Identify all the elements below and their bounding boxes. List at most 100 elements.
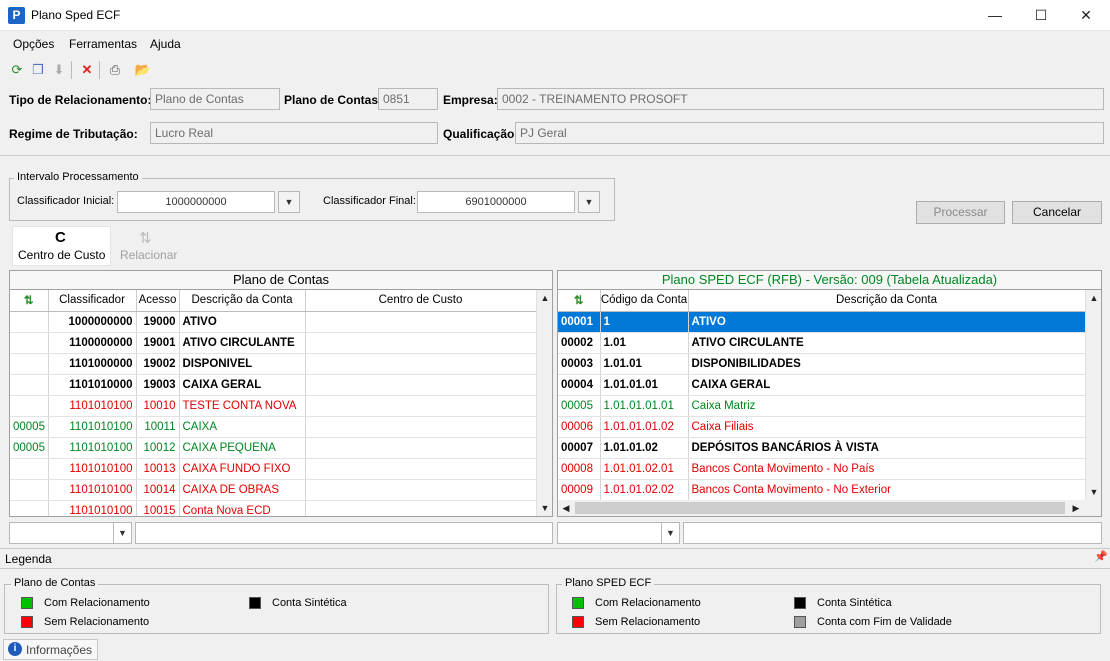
- processar-button[interactable]: Processar: [916, 201, 1005, 224]
- cell-descricao: ATIVO CIRCULANTE: [179, 332, 306, 354]
- table-row[interactable]: 1100000000 19001 ATIVO CIRCULANTE: [10, 332, 536, 354]
- left-filter-input[interactable]: [135, 522, 553, 544]
- minimize-button[interactable]: —: [972, 0, 1018, 31]
- relacionar-button[interactable]: Relacionar: [120, 248, 177, 262]
- table-row[interactable]: 00005 1101010100 10011 CAIXA: [10, 416, 536, 438]
- legend-sem-rel: Sem Relacionamento: [595, 616, 701, 628]
- table-row[interactable]: 00003 1.01.01 DISPONIBILIDADES: [558, 353, 1085, 375]
- scroll-right-icon[interactable]: ▶: [1068, 500, 1084, 516]
- qualificacao-field[interactable]: PJ Geral: [515, 122, 1104, 144]
- scroll-up-icon[interactable]: ▲: [1086, 290, 1102, 306]
- pin-icon[interactable]: 📌: [1094, 550, 1108, 563]
- table-row[interactable]: 00008 1.01.01.02.01 Bancos Conta Movimento…: [558, 458, 1085, 480]
- cell-id: 00003: [558, 353, 601, 375]
- table-row[interactable]: 1000000000 19000 ATIVO: [10, 311, 536, 333]
- menu-ajuda[interactable]: Ajuda: [150, 37, 181, 51]
- cell-descricao: Bancos Conta Movimento - No País: [688, 458, 1085, 480]
- column-header[interactable]: Centro de Custo: [305, 290, 536, 312]
- download-icon[interactable]: ⬇: [50, 61, 68, 79]
- legend-sintetica: Conta Sintética: [817, 597, 892, 609]
- chevron-down-icon[interactable]: ▼: [661, 522, 680, 544]
- chevron-down-icon[interactable]: ▼: [113, 522, 132, 544]
- table-row[interactable]: 00007 1.01.01.02 DEPÓSITOS BANCÁRIOS À VIS…: [558, 437, 1085, 459]
- final-label: Classificador Final:: [323, 195, 416, 207]
- cell-centro: [305, 353, 536, 375]
- table-row[interactable]: 00006 1.01.01.01.02 Caixa Filiais: [558, 416, 1085, 438]
- menu-ferramentas[interactable]: Ferramentas: [69, 37, 137, 51]
- cell-code: [10, 311, 49, 333]
- table-row[interactable]: 1101010100 10013 CAIXA FUNDO FIXO: [10, 458, 536, 480]
- table-row[interactable]: 00009 1.01.01.02.02 Bancos Conta Movimento…: [558, 479, 1085, 500]
- cell-id: 00005: [558, 395, 601, 417]
- table-row[interactable]: 00001 1 ATIVO: [558, 311, 1085, 333]
- cell-descricao: ATIVO CIRCULANTE: [688, 332, 1085, 354]
- cell-descricao: CAIXA GERAL: [688, 374, 1085, 396]
- cancelar-button[interactable]: Cancelar: [1012, 201, 1102, 224]
- horizontal-scrollbar[interactable]: ◀ ▶: [558, 500, 1101, 516]
- empresa-label: Empresa:: [443, 93, 498, 107]
- cell-centro: [305, 437, 536, 459]
- tipo-field[interactable]: Plano de Contas: [150, 88, 280, 110]
- scroll-thumb[interactable]: [575, 502, 1065, 514]
- cell-acesso: 19001: [136, 332, 180, 354]
- maximize-button[interactable]: ☐: [1018, 0, 1064, 31]
- cell-codigo: 1.01.01.02: [600, 437, 689, 459]
- close-button[interactable]: ✕: [1063, 0, 1109, 31]
- cell-acesso: 10012: [136, 437, 180, 459]
- toolbar-separator: [71, 61, 72, 79]
- column-header[interactable]: Descrição da Conta: [179, 290, 306, 312]
- table-row[interactable]: 1101010100 10010 TESTE CONTA NOVA: [10, 395, 536, 417]
- chevron-down-icon[interactable]: ▼: [578, 191, 600, 213]
- plano-contas-table: ⇅ Classificador Acesso Descrição da Cont…: [10, 290, 536, 516]
- cell-id: 00001: [558, 311, 601, 333]
- vertical-scrollbar[interactable]: ▲ ▼: [536, 290, 552, 516]
- open-folder-icon[interactable]: 📂: [134, 61, 152, 79]
- menu-opcoes[interactable]: Opções: [13, 37, 54, 51]
- title-bar: [0, 0, 1110, 31]
- relation-column-icon[interactable]: ⇅: [558, 290, 601, 312]
- relation-column-icon[interactable]: ⇅: [10, 290, 49, 312]
- column-header[interactable]: Acesso: [136, 290, 180, 312]
- regime-label: Regime de Tributação:: [9, 127, 138, 141]
- cell-id: 00006: [558, 416, 601, 438]
- classificador-inicial-input[interactable]: 1000000000: [117, 191, 275, 213]
- table-row[interactable]: 1101010100 10014 CAIXA DE OBRAS: [10, 479, 536, 501]
- cell-classificador: 1100000000: [48, 332, 137, 354]
- legenda-header[interactable]: [0, 548, 1110, 569]
- scroll-down-icon[interactable]: ▼: [1086, 484, 1102, 500]
- right-filter-input[interactable]: [683, 522, 1102, 544]
- scroll-down-icon[interactable]: ▼: [537, 500, 553, 516]
- copy-icon[interactable]: ❐: [29, 61, 47, 79]
- legend-com-rel: Com Relacionamento: [595, 597, 701, 609]
- cell-code: 00005: [10, 437, 49, 459]
- cell-classificador: 1101010100: [48, 458, 137, 480]
- legend-fim-validade: Conta com Fim de Validade: [817, 616, 952, 628]
- table-row[interactable]: 1101010000 19003 CAIXA GERAL: [10, 374, 536, 396]
- chevron-down-icon[interactable]: ▼: [278, 191, 300, 213]
- print-icon[interactable]: ⎙: [106, 61, 124, 79]
- table-row[interactable]: 1101010100 10015 Conta Nova ECD: [10, 500, 536, 516]
- table-row[interactable]: 00002 1.01 ATIVO CIRCULANTE: [558, 332, 1085, 354]
- scroll-up-icon[interactable]: ▲: [537, 290, 553, 306]
- table-row[interactable]: 1101000000 19002 DISPONIVEL: [10, 353, 536, 375]
- column-header[interactable]: Classificador: [48, 290, 137, 312]
- table-row[interactable]: 00005 1.01.01.01.01 Caixa Matriz: [558, 395, 1085, 417]
- delete-icon[interactable]: ✕: [78, 61, 96, 79]
- regime-field[interactable]: Lucro Real: [150, 122, 438, 144]
- table-row[interactable]: 00005 1101010100 10012 CAIXA PEQUENA: [10, 437, 536, 459]
- cell-descricao: DISPONIVEL: [179, 353, 306, 375]
- scroll-left-icon[interactable]: ◀: [558, 500, 574, 516]
- vertical-scrollbar[interactable]: ▲ ▼: [1085, 290, 1101, 500]
- empresa-field[interactable]: 0002 - TREINAMENTO PROSOFT: [497, 88, 1104, 110]
- cell-descricao: CAIXA GERAL: [179, 374, 306, 396]
- gray-swatch: [794, 616, 806, 628]
- plano-field[interactable]: 0851: [378, 88, 438, 110]
- column-header[interactable]: Código da Conta: [600, 290, 689, 312]
- qualificacao-label: Qualificação:: [443, 127, 519, 141]
- column-header[interactable]: Descrição da Conta: [688, 290, 1085, 312]
- plano-contas-title: Plano de Contas: [10, 271, 552, 290]
- table-row[interactable]: 00004 1.01.01.01 CAIXA GERAL: [558, 374, 1085, 396]
- cell-centro: [305, 374, 536, 396]
- refresh-icon[interactable]: ⟳: [8, 61, 26, 79]
- classificador-final-input[interactable]: 6901000000: [417, 191, 575, 213]
